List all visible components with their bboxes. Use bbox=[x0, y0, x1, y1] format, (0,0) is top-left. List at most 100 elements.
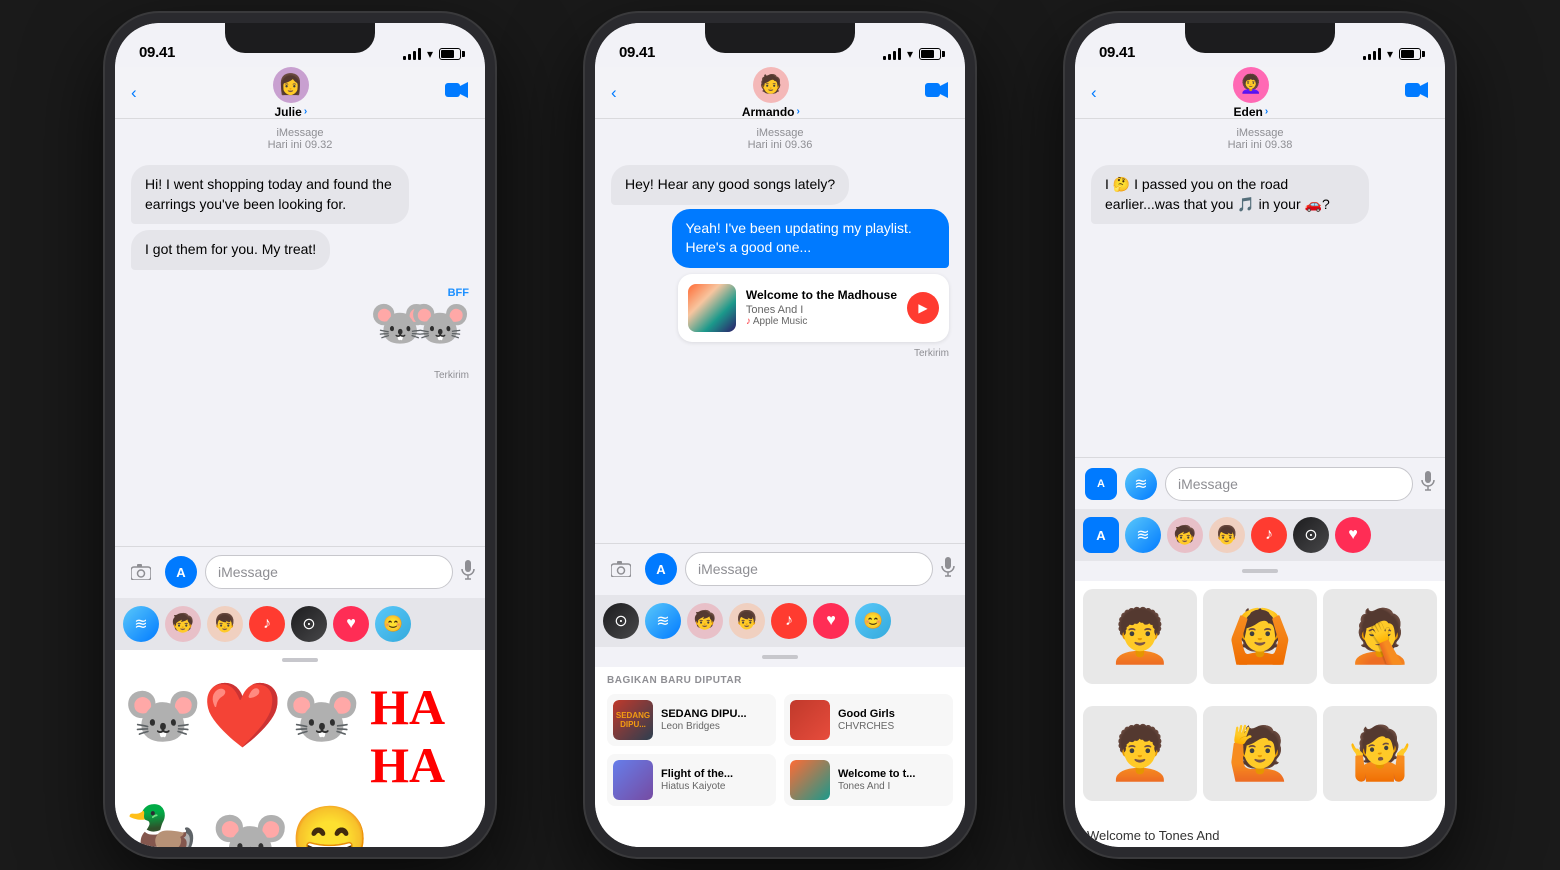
app-tray-2: ⊙ ≋ 🧒 👦 ♪ ♥ 😊 bbox=[595, 595, 965, 647]
back-button-2[interactable]: ‹ bbox=[611, 83, 617, 103]
tray-teal-1[interactable]: 😊 bbox=[375, 606, 411, 642]
tray-waveform-2[interactable]: ≋ bbox=[645, 603, 681, 639]
tray-music-1[interactable]: ♪ bbox=[249, 606, 285, 642]
tray-heart-1[interactable]: ♥ bbox=[333, 606, 369, 642]
tray-avatar-4[interactable]: 👦 bbox=[729, 603, 765, 639]
camera-button-1[interactable] bbox=[125, 556, 157, 588]
tray-avatar-2[interactable]: 👦 bbox=[207, 606, 243, 642]
msg-2-1: Hey! Hear any good songs lately? bbox=[611, 165, 849, 205]
time-3: 09.41 bbox=[1099, 44, 1135, 61]
music-item-1[interactable]: SEDANG DIPU... SEDANG DIPU... Leon Bridg… bbox=[607, 694, 776, 746]
tray-avatar-3[interactable]: 🧒 bbox=[687, 603, 723, 639]
handle-bar-1 bbox=[282, 658, 318, 662]
app-tray-3: A ≋ 🧒 👦 ♪ ⊙ ♥ bbox=[1075, 509, 1445, 561]
phone-3-wrapper: 09.41 ▾ ‹ 👩‍� bbox=[1020, 0, 1500, 870]
waveform-button-3[interactable]: ≋ bbox=[1125, 468, 1157, 500]
contact-info-2[interactable]: 🧑 Armando › bbox=[742, 67, 800, 119]
music-item-2[interactable]: Good Girls CHVRCHES bbox=[784, 694, 953, 746]
tray-waveform-1[interactable]: ≋ bbox=[123, 606, 159, 642]
tray-vinyl-3[interactable]: ⊙ bbox=[1293, 517, 1329, 553]
memoji-6[interactable]: 🤷 bbox=[1323, 706, 1437, 801]
tray-music-2[interactable]: ♪ bbox=[771, 603, 807, 639]
signal-3 bbox=[1363, 48, 1381, 60]
signal-1 bbox=[403, 48, 421, 60]
tray-avatar-6[interactable]: 👦 bbox=[1209, 517, 1245, 553]
music-section-title-2: BAGIKAN BARU DIPUTAR bbox=[595, 667, 965, 690]
mic-button-3[interactable] bbox=[1421, 471, 1435, 496]
mic-button-2[interactable] bbox=[941, 557, 955, 582]
app-tray-1: ≋ 🧒 👦 ♪ ⊙ ♥ 😊 bbox=[115, 598, 485, 650]
memoji-5[interactable]: 🙋 bbox=[1203, 706, 1317, 801]
message-input-2[interactable]: iMessage bbox=[685, 552, 933, 586]
contact-info-3[interactable]: 👩‍🦱 Eden › bbox=[1233, 67, 1269, 119]
music-artist-2: Tones And I bbox=[746, 304, 897, 316]
time-1: 09.41 bbox=[139, 44, 175, 61]
notch-2 bbox=[705, 23, 855, 53]
memoji-2[interactable]: 🙆 bbox=[1203, 589, 1317, 684]
handle-bar-2 bbox=[762, 655, 798, 659]
back-button-3[interactable]: ‹ bbox=[1091, 83, 1097, 103]
apps-button-1[interactable]: A bbox=[165, 556, 197, 588]
msg-1-2: I got them for you. My treat! bbox=[131, 230, 330, 270]
battery-1 bbox=[439, 48, 461, 60]
video-button-2[interactable] bbox=[925, 81, 949, 105]
music-card-2[interactable]: Welcome to the Madhouse Tones And I ♪ Ap… bbox=[678, 274, 949, 342]
play-button-2[interactable]: ▶ bbox=[907, 292, 939, 324]
tray-vinyl-1[interactable]: ⊙ bbox=[291, 606, 327, 642]
message-input-1[interactable]: iMessage bbox=[205, 555, 453, 589]
phone-2-screen: 09.41 ▾ ‹ 🧑 bbox=[595, 23, 965, 847]
sticker-mickey-laugh[interactable]: 🐭😄 bbox=[211, 802, 370, 847]
memoji-1[interactable]: 🧑‍🦱 bbox=[1083, 589, 1197, 684]
camera-button-2[interactable] bbox=[605, 553, 637, 585]
contact-info-1[interactable]: 👩 Julie › bbox=[273, 67, 309, 119]
messages-1: Hi! I went shopping today and found the … bbox=[115, 159, 485, 385]
sticker-ha-ha[interactable]: HAHA bbox=[370, 678, 445, 794]
tray-music-3[interactable]: ♪ bbox=[1251, 517, 1287, 553]
back-button-1[interactable]: ‹ bbox=[131, 83, 137, 103]
message-input-3[interactable]: iMessage bbox=[1165, 467, 1413, 501]
signal-2 bbox=[883, 48, 901, 60]
tray-appstore-3[interactable]: A bbox=[1083, 517, 1119, 553]
battery-2 bbox=[919, 48, 941, 60]
nav-bar-1: ‹ 👩 Julie › bbox=[115, 67, 485, 119]
apps-button-2[interactable]: A bbox=[645, 553, 677, 585]
music-info-2: Welcome to the Madhouse Tones And I ♪ Ap… bbox=[746, 288, 897, 327]
sticker-donald[interactable]: 🦆 bbox=[123, 802, 203, 847]
notch-3 bbox=[1185, 23, 1335, 53]
tray-waveform-3[interactable]: ≋ bbox=[1125, 517, 1161, 553]
memoji-4[interactable]: 🧑‍🦱 bbox=[1083, 706, 1197, 801]
tray-teal-2[interactable]: 😊 bbox=[855, 603, 891, 639]
tray-heart-3[interactable]: ♥ bbox=[1335, 517, 1371, 553]
tray-avatar-5[interactable]: 🧒 bbox=[1167, 517, 1203, 553]
chat-timestamp-1: iMessage Hari ini 09.32 bbox=[115, 127, 485, 151]
contact-name-1: Julie › bbox=[274, 105, 307, 119]
notch-1 bbox=[225, 23, 375, 53]
msg-status-2: Terkirim bbox=[595, 348, 949, 359]
status-icons-3: ▾ bbox=[1363, 47, 1421, 61]
wifi-icon-3: ▾ bbox=[1387, 47, 1393, 61]
music-item-3[interactable]: Flight of the... Hiatus Kaiyote bbox=[607, 754, 776, 806]
video-button-1[interactable] bbox=[445, 81, 469, 105]
tray-heart-2[interactable]: ♥ bbox=[813, 603, 849, 639]
msg-3-1: I 🤔 I passed you on the road earlier...w… bbox=[1091, 165, 1369, 224]
phone-1-screen: 09.41 ▾ ‹ bbox=[115, 23, 485, 847]
appstore-button-3[interactable]: A bbox=[1085, 468, 1117, 500]
input-bar-3: A ≋ iMessage bbox=[1075, 457, 1445, 509]
wifi-icon-2: ▾ bbox=[907, 47, 913, 61]
input-bar-2: A iMessage bbox=[595, 543, 965, 595]
memoji-3[interactable]: 🤦 bbox=[1323, 589, 1437, 684]
music-item-4[interactable]: Welcome to t... Tones And I bbox=[784, 754, 953, 806]
tray-vinyl-2[interactable]: ⊙ bbox=[603, 603, 639, 639]
sticker-mickey-minnie-kiss[interactable]: 🐭❤️🐭 bbox=[123, 678, 362, 794]
music-source-2: ♪ Apple Music bbox=[746, 316, 897, 327]
messages-3: I 🤔 I passed you on the road earlier...w… bbox=[1075, 159, 1445, 230]
mic-button-1[interactable] bbox=[461, 560, 475, 585]
nav-bar-3: ‹ 👩‍🦱 Eden › bbox=[1075, 67, 1445, 119]
sticker-1: 🐭 🐭 BFF bbox=[369, 288, 469, 368]
status-icons-1: ▾ bbox=[403, 47, 461, 61]
time-2: 09.41 bbox=[619, 44, 655, 61]
msg-1-1: Hi! I went shopping today and found the … bbox=[131, 165, 409, 224]
memoji-panel-3: 🧑‍🦱 🙆 🤦 🧑‍🦱 🙋 🤷 bbox=[1075, 581, 1445, 824]
video-button-3[interactable] bbox=[1405, 81, 1429, 105]
tray-avatar-1[interactable]: 🧒 bbox=[165, 606, 201, 642]
